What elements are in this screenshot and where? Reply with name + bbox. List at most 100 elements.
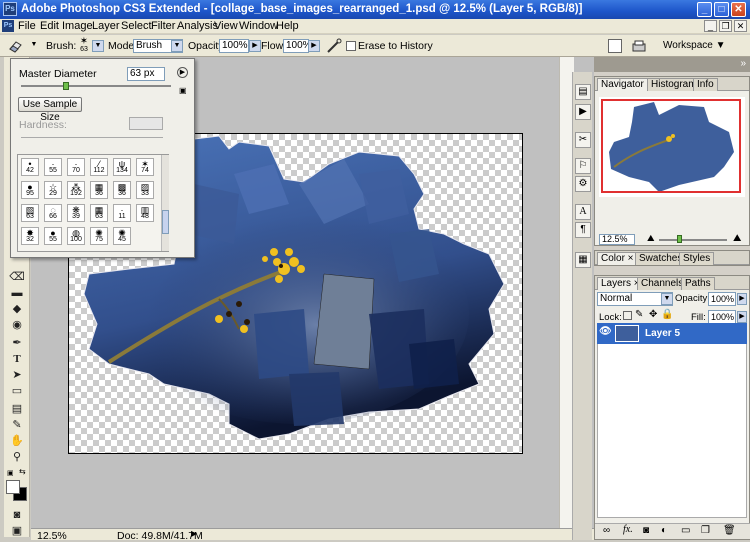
- brush-preset[interactable]: ● 55: [44, 227, 62, 245]
- navigator-view-box[interactable]: [601, 99, 741, 193]
- doc-close-button[interactable]: ✕: [734, 20, 747, 32]
- tab-channels[interactable]: Channels: [637, 277, 688, 290]
- menu-file[interactable]: File: [18, 20, 36, 32]
- picker-menu-arrow-icon[interactable]: ▶: [177, 67, 188, 78]
- fill-input[interactable]: 100%: [708, 310, 736, 324]
- tab-paths[interactable]: Paths: [681, 277, 715, 290]
- menu-image[interactable]: Image: [62, 20, 93, 32]
- menu-analysis[interactable]: Analysis: [177, 20, 218, 32]
- hand-tool-icon[interactable]: ✋: [8, 433, 26, 449]
- menu-edit[interactable]: Edit: [40, 20, 59, 32]
- brush-preset[interactable]: ▧ 63: [21, 204, 39, 222]
- character-panel-icon[interactable]: A: [575, 204, 591, 220]
- pen-tool-icon[interactable]: ✒: [8, 335, 26, 351]
- brush-preset[interactable]: ✺ 45: [113, 227, 131, 245]
- menu-filter[interactable]: Filter: [151, 20, 175, 32]
- brush-preset[interactable]: ◍ 100: [67, 227, 85, 245]
- tool-presets-icon[interactable]: ✂: [575, 132, 591, 148]
- dock-collapse-icon[interactable]: »: [740, 58, 746, 69]
- lock-image-icon[interactable]: ✎: [635, 309, 643, 320]
- lock-all-icon[interactable]: 🔒: [661, 309, 673, 320]
- quick-mask-icon[interactable]: ◙: [8, 507, 26, 523]
- eyedropper-tool-icon[interactable]: ✎: [8, 417, 26, 433]
- navigator-zoom-slider[interactable]: [659, 239, 727, 241]
- new-group-icon[interactable]: ▭: [681, 525, 690, 536]
- brush-preset[interactable]: ▨ 33: [136, 181, 154, 199]
- menu-select[interactable]: Select: [121, 20, 152, 32]
- brush-preset[interactable]: ✸ 32: [21, 227, 39, 245]
- zoom-out-icon[interactable]: ⛰: [647, 233, 655, 244]
- new-layer-icon[interactable]: ❐: [701, 525, 710, 536]
- layer-opacity-arrow-icon[interactable]: ▶: [737, 293, 747, 305]
- document-icon[interactable]: Ps: [2, 20, 14, 32]
- brush-preset[interactable]: ☆ 29: [44, 181, 62, 199]
- flow-slider-button-icon[interactable]: ▶: [308, 40, 320, 52]
- doc-minimize-button[interactable]: _: [704, 20, 717, 32]
- lock-transparency-icon[interactable]: [623, 311, 632, 320]
- layer-mask-icon[interactable]: ◙: [643, 525, 649, 536]
- brushes-palette-icon[interactable]: [608, 39, 622, 53]
- zoom-in-icon[interactable]: ⛰: [733, 233, 741, 244]
- brush-preset[interactable]: ✺ 75: [90, 227, 108, 245]
- brush-preset[interactable]: ψ 134: [113, 158, 131, 176]
- new-preset-icon[interactable]: ▣: [179, 86, 188, 95]
- fill-arrow-icon[interactable]: ▶: [737, 311, 747, 323]
- opacity-input[interactable]: 100%: [219, 39, 249, 53]
- blur-tool-icon[interactable]: ◆: [8, 301, 26, 317]
- brush-preview[interactable]: ✶ 63: [76, 37, 92, 55]
- swap-colors-icon[interactable]: ⇆: [19, 467, 27, 476]
- use-sample-size-button[interactable]: Use Sample Size: [18, 97, 82, 123]
- path-selection-tool-icon[interactable]: ➤: [8, 367, 26, 383]
- doc-restore-button[interactable]: ❐: [719, 20, 732, 32]
- close-button[interactable]: ✕: [731, 2, 746, 17]
- brush-picker-dropdown-icon[interactable]: ▼: [92, 40, 104, 52]
- menu-help[interactable]: Help: [276, 20, 299, 32]
- eye-visibility-icon[interactable]: 👁: [599, 326, 612, 337]
- foreground-color-swatch[interactable]: [6, 480, 20, 494]
- brush-preset[interactable]: · 11: [113, 204, 131, 222]
- layer-row[interactable]: 👁 Layer 5: [597, 323, 747, 344]
- menu-view[interactable]: View: [214, 20, 238, 32]
- brushes-panel-icon[interactable]: ⚐: [575, 158, 591, 174]
- brush-preset[interactable]: ▦ 63: [90, 204, 108, 222]
- adjustment-layer-icon[interactable]: ◐: [661, 525, 667, 536]
- delete-layer-icon[interactable]: 🗑: [723, 525, 736, 536]
- brush-preset[interactable]: ▩ 36: [113, 181, 131, 199]
- brush-preset[interactable]: ● 95: [21, 181, 39, 199]
- master-diameter-slider-thumb[interactable]: [63, 82, 69, 90]
- dodge-tool-icon[interactable]: ◉: [8, 317, 26, 333]
- blend-mode-dropdown-icon[interactable]: ▼: [661, 293, 673, 305]
- lock-position-icon[interactable]: ✥: [649, 309, 657, 320]
- eraser-tool-icon[interactable]: ⌫: [8, 269, 26, 285]
- tab-color[interactable]: Color ×: [597, 252, 638, 265]
- brush-preset[interactable]: • 42: [21, 158, 39, 176]
- menu-layer[interactable]: Layer: [92, 20, 120, 32]
- master-diameter-slider[interactable]: [21, 85, 171, 87]
- layer-style-icon[interactable]: fx.: [623, 524, 633, 535]
- brush-preset[interactable]: ⁄ 112: [90, 158, 108, 176]
- rectangle-tool-icon[interactable]: ▭: [8, 383, 26, 399]
- type-tool-icon[interactable]: T: [8, 351, 26, 367]
- zoom-tool-icon[interactable]: ⚲: [8, 449, 26, 465]
- flow-input[interactable]: 100%: [283, 39, 312, 53]
- navigator-zoom-thumb[interactable]: [677, 235, 682, 243]
- airbrush-icon[interactable]: [326, 38, 342, 54]
- brush-preset[interactable]: ✶ 74: [136, 158, 154, 176]
- default-colors-icon[interactable]: ▣: [7, 469, 15, 477]
- erase-to-history-checkbox[interactable]: [346, 41, 356, 51]
- navigator-zoom-input[interactable]: 12.5%: [599, 234, 635, 245]
- brush-preset[interactable]: · 70: [67, 158, 85, 176]
- notes-tool-icon[interactable]: ▤: [8, 401, 26, 417]
- gradient-tool-icon[interactable]: ▬: [8, 285, 26, 301]
- brush-preset[interactable]: ⁂ 192: [67, 181, 85, 199]
- navigator-thumbnail[interactable]: [599, 97, 745, 197]
- workspace-menu[interactable]: Workspace ▼: [663, 40, 726, 51]
- brush-preset[interactable]: ▦ 36: [90, 181, 108, 199]
- tool-preset-dropdown-icon[interactable]: ▼: [28, 40, 40, 52]
- actions-panel-icon[interactable]: ▶: [575, 104, 591, 120]
- screen-mode-icon[interactable]: ▣: [8, 523, 26, 539]
- tab-info[interactable]: Info: [693, 78, 718, 91]
- preset-grid-scrollbar[interactable]: [161, 155, 169, 251]
- layer-comps-icon[interactable]: ▦: [575, 252, 591, 268]
- menu-window[interactable]: Window: [239, 20, 278, 32]
